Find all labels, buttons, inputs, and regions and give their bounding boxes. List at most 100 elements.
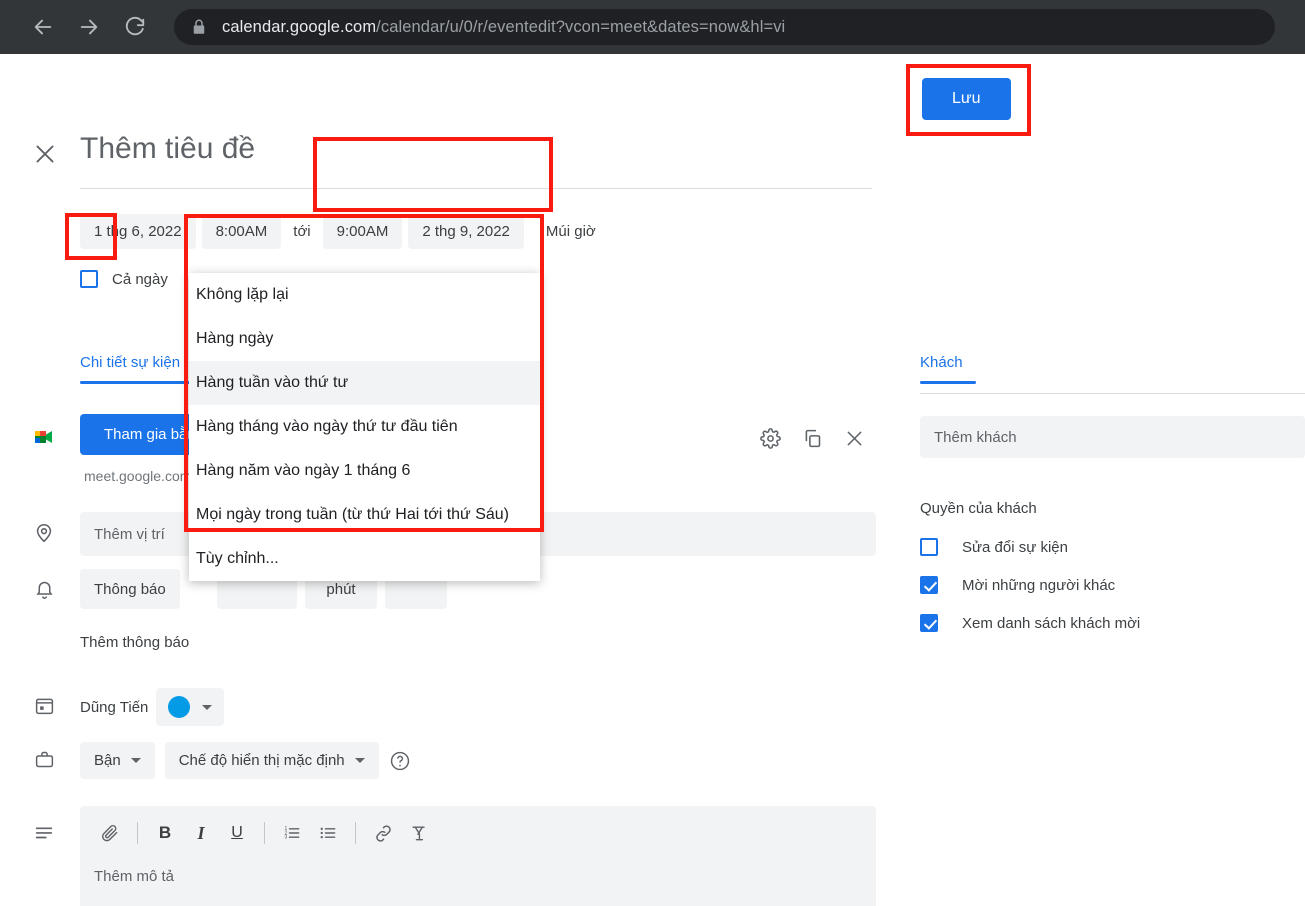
- save-button[interactable]: Lưu: [922, 78, 1011, 120]
- forward-button[interactable]: [72, 10, 106, 44]
- add-guest-input[interactable]: Thêm khách: [920, 416, 1305, 458]
- meet-settings-button[interactable]: [758, 426, 782, 450]
- bell-glyph: [35, 581, 53, 599]
- recurrence-dropdown-menu[interactable]: Không lặp lại Hàng ngày Hàng tuần vào th…: [189, 273, 540, 581]
- permission-modify-event[interactable]: Sửa đổi sự kiện: [920, 538, 1068, 556]
- bulleted-list-icon[interactable]: [312, 818, 344, 848]
- recurrence-option-weekly[interactable]: Hàng tuần vào thứ tư: [189, 361, 540, 405]
- permission-checkbox[interactable]: [920, 576, 938, 594]
- permission-invite-others[interactable]: Mời những người khác: [920, 576, 1115, 594]
- permission-label: Xem danh sách khách mời: [962, 614, 1141, 632]
- url-domain: calendar.google.com: [222, 17, 377, 36]
- tab-active-indicator: [80, 381, 202, 384]
- reload-icon: [125, 16, 145, 36]
- end-date-field[interactable]: 2 thg 9, 2022: [408, 214, 524, 249]
- event-color-dropdown[interactable]: [156, 688, 225, 726]
- title-divider: [80, 188, 872, 189]
- bold-icon[interactable]: B: [149, 818, 181, 848]
- help-circle-icon: [390, 751, 409, 770]
- visibility-help-button[interactable]: [389, 750, 411, 772]
- recurrence-option-custom[interactable]: Tùy chỉnh...: [189, 537, 540, 581]
- recurrence-option-no-repeat[interactable]: Không lặp lại: [189, 273, 540, 317]
- toolbar-divider: [264, 822, 265, 844]
- all-day-row: Cả ngày: [80, 270, 168, 288]
- arrow-left-icon: [34, 19, 52, 35]
- remove-formatting-icon[interactable]: [403, 818, 435, 848]
- permission-label: Mời những người khác: [962, 576, 1116, 594]
- toolbar-divider: [137, 822, 138, 844]
- tab-event-details[interactable]: Chi tiết sự kiện: [80, 354, 202, 384]
- all-day-checkbox[interactable]: [80, 270, 98, 288]
- close-dialog-button[interactable]: [31, 140, 59, 168]
- visibility-label: Chế độ hiển thị mặc định: [178, 752, 345, 769]
- numbered-list-icon[interactable]: 1 2 3: [276, 818, 308, 848]
- recurrence-option-weekdays[interactable]: Mọi ngày trong tuần (từ thứ Hai tới thứ …: [189, 493, 540, 537]
- tab-guests-label: Khách: [920, 354, 963, 371]
- back-button[interactable]: [26, 10, 60, 44]
- tab-event-details-label: Chi tiết sự kiện: [80, 354, 181, 371]
- tab-guests-indicator: [920, 381, 976, 384]
- calendar-owner-row: Dũng Tiến: [80, 688, 225, 726]
- chevron-down-icon: [130, 758, 141, 763]
- start-date-field[interactable]: 1 thg 6, 2022: [80, 214, 196, 249]
- start-time-field[interactable]: 8:00AM: [201, 214, 282, 249]
- briefcase-icon: [31, 746, 57, 772]
- recurrence-option-monthly[interactable]: Hàng tháng vào ngày thứ tư đầu tiên: [189, 405, 540, 449]
- remove-meet-button[interactable]: [842, 426, 866, 450]
- ul-glyph: [320, 827, 336, 839]
- browser-toolbar: calendar.google.com/calendar/u/0/r/event…: [0, 0, 1305, 54]
- paperclip-glyph: [101, 825, 118, 842]
- all-day-label: Cả ngày: [112, 270, 168, 288]
- bell-icon: [31, 576, 57, 602]
- busy-status-label: Bận: [94, 752, 121, 769]
- tab-guests[interactable]: Khách: [920, 354, 976, 384]
- description-placeholder: Thêm mô tả: [94, 868, 175, 885]
- gear-icon: [759, 427, 781, 449]
- copy-icon: [805, 429, 820, 447]
- url-path: /calendar/u/0/r/eventedit?vcon=meet&date…: [376, 17, 786, 36]
- permission-checkbox[interactable]: [920, 614, 938, 632]
- lock-icon: [193, 19, 205, 34]
- screenshot-root: calendar.google.com/calendar/u/0/r/event…: [0, 0, 1305, 906]
- url-text: calendar.google.com/calendar/u/0/r/event…: [222, 18, 785, 37]
- description-toolbar: B I U 1 2 3: [80, 806, 876, 848]
- underline-icon[interactable]: U: [221, 818, 253, 848]
- permission-checkbox[interactable]: [920, 538, 938, 556]
- visibility-dropdown[interactable]: Chế độ hiển thị mặc định: [164, 742, 379, 779]
- end-time-field[interactable]: 9:00AM: [322, 214, 403, 249]
- calendar-owner-name: Dũng Tiến: [80, 698, 149, 716]
- link-glyph: [375, 824, 391, 842]
- permission-see-guest-list[interactable]: Xem danh sách khách mời: [920, 614, 1140, 632]
- notification-type-dropdown[interactable]: Thông báo: [80, 569, 180, 609]
- meet-glyph: [35, 431, 52, 443]
- timezone-button[interactable]: Múi giờ: [546, 223, 596, 240]
- attach-icon[interactable]: [94, 818, 126, 848]
- ol-glyph: 1 2 3: [285, 826, 300, 841]
- calendar-glyph: [35, 698, 53, 714]
- chevron-down-icon: [354, 758, 365, 763]
- visibility-row: Bận Chế độ hiển thị mặc định: [80, 742, 411, 779]
- add-notification-button[interactable]: Thêm thông báo: [80, 634, 189, 651]
- description-editor[interactable]: B I U 1 2 3 Thêm mô tả: [80, 806, 876, 906]
- briefcase-glyph: [35, 751, 53, 767]
- copy-meet-link-button[interactable]: [800, 426, 824, 450]
- busy-status-dropdown[interactable]: Bận: [80, 742, 155, 779]
- close-icon: [36, 145, 54, 163]
- link-icon[interactable]: [367, 818, 399, 848]
- date-time-row: 1 thg 6, 2022 8:00AM tới 9:00AM 2 thg 9,…: [80, 214, 596, 249]
- reload-button[interactable]: [118, 10, 152, 44]
- calendar-icon: [31, 692, 57, 718]
- google-meet-icon: [31, 424, 57, 450]
- guests-tab-divider: [920, 393, 1305, 394]
- address-bar[interactable]: calendar.google.com/calendar/u/0/r/event…: [174, 9, 1275, 45]
- permission-label: Sửa đổi sự kiện: [962, 538, 1068, 556]
- italic-icon[interactable]: I: [185, 818, 217, 848]
- lines-glyph: [35, 827, 53, 839]
- clear-format-glyph: [412, 826, 425, 841]
- location-pin-icon: [31, 520, 57, 546]
- event-title-input[interactable]: Thêm tiêu đề: [80, 132, 255, 166]
- recurrence-option-annually[interactable]: Hàng năm vào ngày 1 tháng 6: [189, 449, 540, 493]
- meet-action-icons: [758, 426, 866, 450]
- to-label: tới: [293, 223, 311, 240]
- recurrence-option-daily[interactable]: Hàng ngày: [189, 317, 540, 361]
